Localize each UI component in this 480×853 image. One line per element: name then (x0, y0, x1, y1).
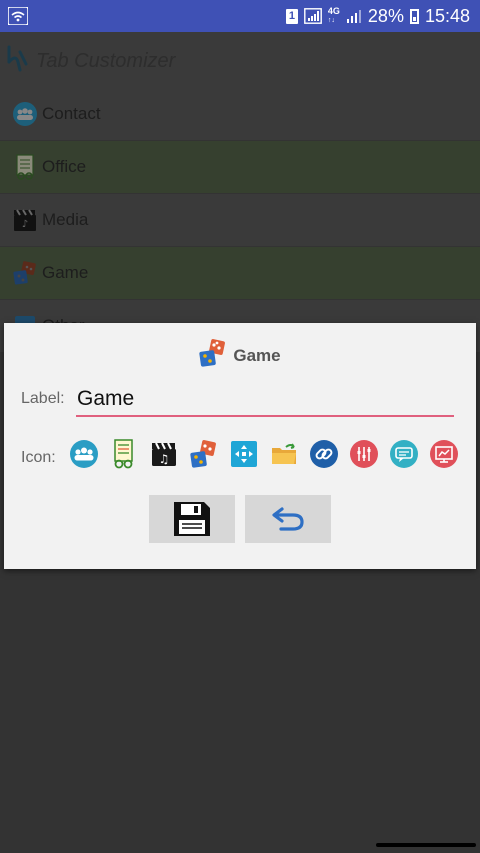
svg-text:♫: ♫ (158, 452, 169, 466)
battery-percent: 28% (367, 5, 404, 26)
chat-icon[interactable] (389, 439, 418, 468)
signal-icon (304, 8, 322, 24)
dialog-buttons (149, 495, 331, 543)
signal-strength-icon (346, 10, 361, 23)
home-indicator (376, 843, 476, 847)
tab-label: Office (42, 157, 87, 176)
app-title: Tab Customizer (36, 50, 176, 72)
tab-label: Media (42, 210, 89, 229)
folder-icon[interactable] (269, 439, 298, 468)
move-arrows-icon[interactable] (229, 439, 258, 468)
tab-label: Game (42, 263, 89, 282)
link-icon[interactable] (309, 439, 338, 468)
media-clapper-icon: ♪ (12, 207, 38, 233)
network-type: 4G ↑↓ (327, 6, 340, 25)
tab-row-office[interactable]: Office (0, 141, 480, 193)
equalizer-icon[interactable] (349, 439, 378, 468)
game-dice-icon (199, 339, 227, 372)
game-dice-icon[interactable] (189, 439, 218, 468)
svg-text:♪: ♪ (22, 219, 28, 230)
label-input[interactable] (76, 383, 454, 417)
undo-icon (272, 507, 304, 531)
tab-row-game[interactable]: Game (0, 247, 480, 299)
tab-row-media[interactable]: ♪ Media (0, 194, 480, 246)
dialog-title: Game (233, 345, 281, 365)
media-clapper-icon[interactable]: ♫ (149, 439, 178, 468)
sim-slot-badge: 1 (285, 8, 298, 24)
wifi-icon (8, 7, 28, 25)
status-bar: 1 4G ↑↓ 28% 15:48 (0, 0, 480, 32)
save-icon (174, 502, 210, 536)
label-caption: Label: (21, 390, 65, 407)
tab-row-contact[interactable]: Contact (0, 88, 480, 140)
tab-label: Contact (42, 104, 101, 123)
icon-caption: Icon: (21, 449, 56, 466)
icon-picker-row: Icon: ♫ (21, 438, 471, 473)
app-bar: Tab Customizer (0, 32, 480, 88)
battery-icon (409, 8, 419, 24)
dialog-header: Game (4, 339, 476, 372)
game-dice-icon (12, 260, 38, 286)
office-document-icon[interactable] (109, 438, 138, 468)
presentation-icon[interactable] (429, 439, 458, 468)
office-document-icon (12, 154, 38, 180)
app-logo-icon (7, 45, 28, 72)
save-button[interactable] (149, 495, 235, 543)
icon-options: ♫ (69, 438, 458, 468)
label-field-row: Label: (21, 383, 461, 423)
tab-list: Contact Office ♪ Media Game Other (0, 88, 480, 353)
back-button[interactable] (245, 495, 331, 543)
edit-tab-dialog: Game Label: Icon: ♫ (4, 323, 476, 569)
contacts-icon (12, 101, 38, 127)
clock: 15:48 (424, 5, 470, 26)
contacts-icon[interactable] (69, 439, 98, 468)
